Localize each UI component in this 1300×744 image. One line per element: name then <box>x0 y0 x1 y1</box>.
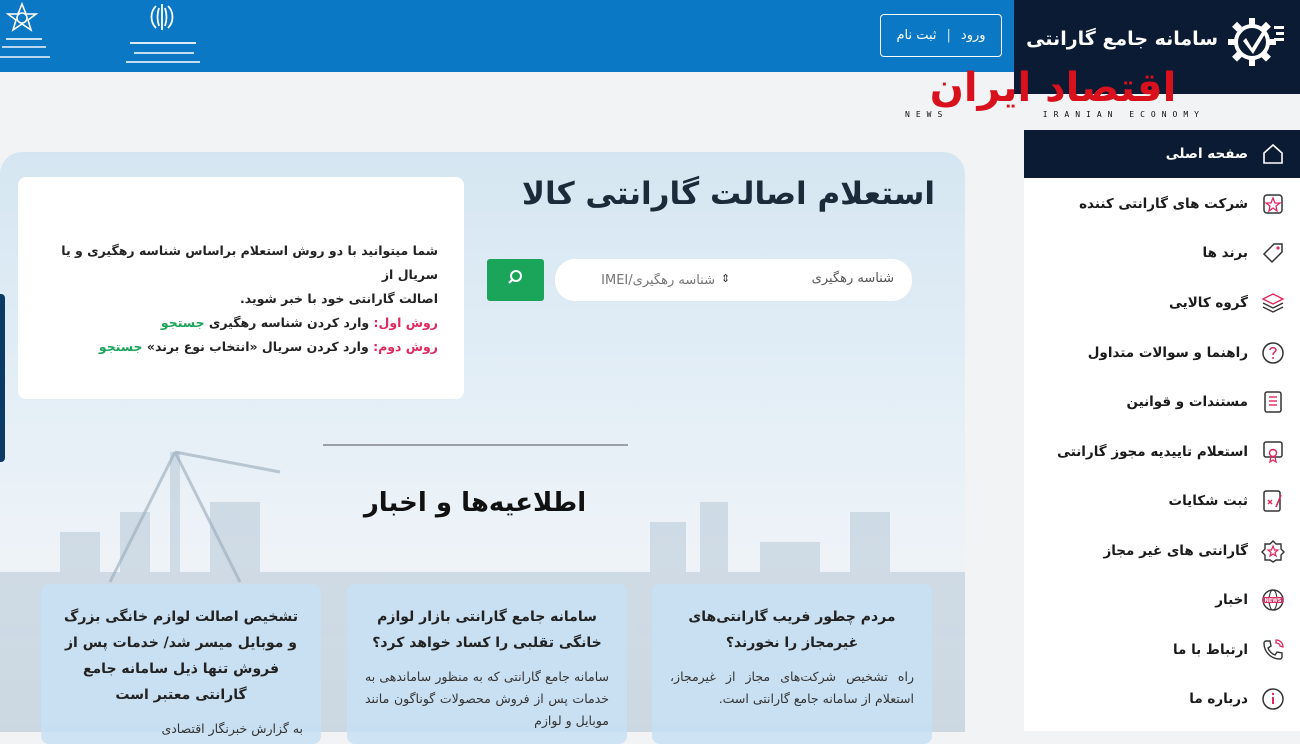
login-separator: | <box>946 28 951 43</box>
sidebar-item-label: شرکت های گارانتی کننده <box>1079 196 1248 212</box>
inquiry-info-card: شما میتوانید با دو روش استعلام براساس شن… <box>18 177 464 399</box>
news-card-title: تشخیص اصالت لوازم خانگی بزرگ و موبایل می… <box>64 609 298 703</box>
search-icon <box>506 268 526 292</box>
sidebar-item-unauthorized-warranties[interactable]: گارانتی های غیر مجاز <box>1024 527 1300 575</box>
sidebar-item-label: ثبت شکایات <box>1168 493 1248 509</box>
search-type-select[interactable]: شناسه رهگیری <box>812 271 894 286</box>
brand-title: سامانه جامع گارانتی <box>1026 28 1218 50</box>
sidebar-item-label: مستندات و قوانین <box>1126 394 1248 410</box>
info-line-2: اصالت گارانتی خود با خبر شوید. <box>240 291 438 306</box>
tag-icon <box>1260 240 1286 266</box>
news-heading: اطلاعیه‌ها و اخبار <box>363 488 587 518</box>
watermark-title: اقتصاد ایران <box>929 65 1177 111</box>
login-register-box: ورود | ثبت نام <box>880 14 1002 57</box>
ministry-emblem-logo <box>112 0 212 70</box>
page-title: استعلام اصالت گارانتی کالا <box>521 176 935 212</box>
phone-icon <box>1260 637 1286 663</box>
sidebar-item-label: اخبار <box>1215 592 1248 608</box>
method-one-text: وارد کردن شناسه رهگیری <box>204 315 374 330</box>
standard-org-logo <box>0 0 58 70</box>
method-two-search-link[interactable]: جستجو <box>99 339 143 354</box>
sidebar-item-label: گروه کالایی <box>1168 295 1248 311</box>
sidebar-item-documents[interactable]: مستندات و قوانین <box>1024 378 1300 426</box>
sidebar-item-warranty-companies[interactable]: شرکت های گارانتی کننده <box>1024 180 1300 228</box>
sidebar-item-complaints[interactable]: ثبت شکایات <box>1024 477 1300 525</box>
question-icon <box>1260 340 1286 366</box>
method-one-search-link[interactable]: جستجو <box>161 315 205 330</box>
info-icon <box>1260 686 1286 712</box>
side-tab-handle[interactable] <box>0 294 5 462</box>
watermark-subtitle: IRANIAN ECONOMY <box>1042 110 1205 119</box>
news-card[interactable]: مردم چطور فریب گارانتی‌های غیرمجاز را نخ… <box>652 584 932 744</box>
sidebar-item-label: استعلام تاییدیه مجوز گارانتی <box>1057 444 1248 460</box>
search-input[interactable] <box>581 266 717 294</box>
register-link[interactable]: ثبت نام <box>896 28 936 43</box>
watermark-subline: NEWS IRANIAN ECONOMY <box>905 110 1205 119</box>
news-card-text: سامانه جامع گارانتی که به منظور ساماندهی… <box>365 669 609 728</box>
news-globe-icon: NEWS <box>1260 587 1286 613</box>
sidebar-item-product-groups[interactable]: گروه کالایی <box>1024 279 1300 327</box>
certificate-icon <box>1260 439 1286 465</box>
gear-hand-icon <box>1222 12 1288 74</box>
sidebar-item-label: گارانتی های غیر مجاز <box>1103 543 1248 559</box>
sidebar-item-label: صفحه اصلی <box>1165 146 1248 162</box>
news-card-title: سامانه جامع گارانتی بازار لوازم خانگی تق… <box>372 609 602 651</box>
sidebar-item-label: راهنما و سوالات متداول <box>1087 345 1248 361</box>
method-one: روش اول: وارد کردن شناسه رهگیری جستجو <box>38 311 438 335</box>
watermark-logo: اقتصاد ایران NEWS IRANIAN ECONOMY <box>905 62 1205 126</box>
info-line-1: شما میتوانید با دو روش استعلام براساس شن… <box>61 243 438 282</box>
badge-star-icon <box>1260 191 1286 217</box>
news-card-text: راه تشخیص شرکت‌های مجاز از غیرمجاز، استع… <box>670 669 914 706</box>
news-card-text: به گزارش خبرنگار اقتصادی <box>161 721 303 736</box>
news-card[interactable]: تشخیص اصالت لوازم خانگی بزرگ و موبایل می… <box>41 584 321 744</box>
method-two-text: وارد کردن سریال «انتخاب نوع برند» <box>142 339 374 354</box>
search-box: شناسه رهگیری ⇕ <box>555 259 912 301</box>
watermark-news: NEWS <box>905 110 949 119</box>
sidebar-item-label: درباره ما <box>1189 691 1248 707</box>
sidebar-item-home[interactable]: صفحه اصلی <box>1024 130 1300 178</box>
sidebar-item-about[interactable]: درباره ما <box>1024 675 1300 723</box>
method-one-label: روش اول: <box>373 315 438 330</box>
document-list-icon <box>1260 389 1286 415</box>
method-two: روش دوم: وارد کردن سریال «انتخاب نوع برن… <box>38 335 438 359</box>
sidebar-item-contact[interactable]: ارتباط با ما <box>1024 626 1300 674</box>
select-arrows-icon: ⇕ <box>721 272 731 285</box>
sidebar-item-brands[interactable]: برند ها <box>1024 229 1300 277</box>
sidebar-item-label: ارتباط با ما <box>1172 642 1248 658</box>
sidebar-menu: صفحه اصلی شرکت های گارانتی کننده برند ها… <box>1024 130 1300 731</box>
complaint-icon <box>1260 488 1286 514</box>
warning-badge-icon <box>1260 538 1286 564</box>
sidebar-item-license-inquiry[interactable]: استعلام تاییدیه مجوز گارانتی <box>1024 428 1300 476</box>
news-card[interactable]: سامانه جامع گارانتی بازار لوازم خانگی تق… <box>347 584 627 744</box>
search-button[interactable] <box>487 259 544 301</box>
layers-icon <box>1260 290 1286 316</box>
sidebar-item-news[interactable]: NEWS اخبار <box>1024 576 1300 624</box>
home-icon <box>1260 141 1286 167</box>
news-card-title: مردم چطور فریب گارانتی‌های غیرمجاز را نخ… <box>688 609 896 651</box>
svg-text:NEWS: NEWS <box>1265 598 1282 604</box>
sidebar-item-help-faq[interactable]: راهنما و سوالات متداول <box>1024 329 1300 377</box>
login-link[interactable]: ورود <box>961 28 986 43</box>
method-two-label: روش دوم: <box>373 339 438 354</box>
section-divider <box>323 444 628 446</box>
sidebar-item-label: برند ها <box>1202 245 1248 261</box>
